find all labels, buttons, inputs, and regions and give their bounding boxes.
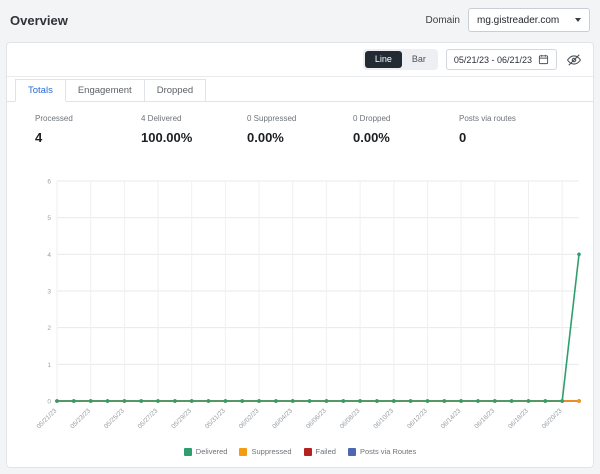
tab-engagement[interactable]: Engagement bbox=[65, 79, 145, 102]
legend-label: Suppressed bbox=[251, 447, 292, 456]
svg-text:05/23/23: 05/23/23 bbox=[69, 407, 92, 430]
stat-label: Posts via routes bbox=[459, 114, 516, 123]
svg-text:5: 5 bbox=[47, 215, 51, 222]
chart-type-toggle: Line Bar bbox=[362, 49, 438, 70]
eye-off-icon bbox=[567, 53, 581, 66]
svg-text:05/31/23: 05/31/23 bbox=[204, 407, 227, 430]
svg-text:06/12/23: 06/12/23 bbox=[406, 407, 429, 430]
stat-value: 0.00% bbox=[353, 130, 390, 145]
stat-value: 0.00% bbox=[247, 130, 284, 145]
svg-text:4: 4 bbox=[47, 252, 51, 259]
svg-text:0: 0 bbox=[47, 399, 51, 406]
svg-text:06/20/23: 06/20/23 bbox=[541, 407, 564, 430]
tab-bar: Totals Engagement Dropped bbox=[7, 77, 593, 102]
stat-label: 0 Dropped bbox=[353, 114, 391, 123]
svg-text:1: 1 bbox=[47, 362, 51, 369]
stat-posts-via-routes: Posts via routes 0 bbox=[459, 114, 565, 145]
legend-label: Posts via Routes bbox=[359, 447, 417, 456]
bar-toggle-button[interactable]: Bar bbox=[402, 51, 436, 68]
line-chart: 0 1 2 3 4 5 6 05/21/23 05/23/23 05/25/23 05/27/23 0… bbox=[36, 179, 581, 430]
stat-label: 0 Suppressed bbox=[247, 114, 297, 123]
svg-text:06/18/23: 06/18/23 bbox=[507, 407, 530, 430]
svg-text:06/14/23: 06/14/23 bbox=[440, 407, 463, 430]
svg-text:06/02/23: 06/02/23 bbox=[238, 407, 261, 430]
hide-chart-button[interactable] bbox=[565, 51, 583, 69]
stat-label: 4 Delivered bbox=[141, 114, 182, 123]
chart-area: 0 1 2 3 4 5 6 05/21/23 05/23/23 05/25/23 05/27/23 0… bbox=[7, 169, 593, 456]
tab-totals[interactable]: Totals bbox=[15, 79, 66, 102]
stat-processed: Processed 4 bbox=[35, 114, 141, 145]
page-title: Overview bbox=[10, 12, 68, 28]
chevron-down-icon bbox=[575, 18, 581, 22]
line-toggle-button[interactable]: Line bbox=[364, 51, 402, 68]
domain-label: Domain bbox=[425, 14, 460, 26]
domain-select-value: mg.gistreader.com bbox=[477, 14, 560, 26]
legend-swatch-suppressed bbox=[239, 447, 248, 456]
date-range-value: 05/21/23 - 06/21/23 bbox=[453, 54, 532, 65]
legend-label: Delivered bbox=[195, 447, 228, 456]
svg-text:3: 3 bbox=[47, 289, 51, 296]
svg-text:2: 2 bbox=[47, 325, 51, 332]
domain-selector: Domain mg.gistreader.com bbox=[426, 8, 590, 32]
svg-text:05/25/23: 05/25/23 bbox=[103, 407, 126, 430]
legend-swatch-failed bbox=[303, 447, 312, 456]
stat-suppressed: 0 Suppressed 0.00% bbox=[247, 114, 353, 145]
legend-swatch-delivered bbox=[183, 447, 192, 456]
page-header: Overview Domain mg.gistreader.com bbox=[0, 0, 600, 40]
legend-label: Failed bbox=[315, 447, 336, 456]
calendar-icon bbox=[538, 54, 549, 65]
svg-text:06/06/23: 06/06/23 bbox=[305, 407, 328, 430]
domain-select[interactable]: mg.gistreader.com bbox=[468, 8, 590, 32]
stat-delivered: 4 Delivered 100.00% bbox=[141, 114, 247, 145]
legend-item-posts-via-routes: Posts via Routes bbox=[347, 447, 417, 456]
svg-text:6: 6 bbox=[47, 179, 51, 186]
svg-text:06/04/23: 06/04/23 bbox=[271, 407, 294, 430]
stat-value: 100.00% bbox=[141, 130, 193, 145]
svg-text:06/16/23: 06/16/23 bbox=[473, 407, 496, 430]
svg-text:06/08/23: 06/08/23 bbox=[339, 407, 362, 430]
chart-toolbar: Line Bar 05/21/23 - 06/21/23 bbox=[7, 43, 593, 77]
svg-text:05/21/23: 05/21/23 bbox=[36, 407, 59, 430]
stat-value: 0 bbox=[459, 130, 467, 145]
stat-value: 4 bbox=[35, 130, 43, 145]
legend-item-suppressed: Suppressed bbox=[239, 447, 292, 456]
stat-dropped: 0 Dropped 0.00% bbox=[353, 114, 459, 145]
overview-card: Line Bar 05/21/23 - 06/21/23 Totals Enga… bbox=[6, 42, 594, 468]
tab-dropped[interactable]: Dropped bbox=[144, 79, 207, 102]
legend-item-failed: Failed bbox=[303, 447, 336, 456]
legend-swatch-posts-via-routes bbox=[347, 447, 356, 456]
svg-text:06/10/23: 06/10/23 bbox=[372, 407, 395, 430]
chart-legend: Delivered Suppressed Failed Posts via Ro… bbox=[11, 447, 589, 456]
stats-row: Processed 4 4 Delivered 100.00% 0 Suppre… bbox=[7, 102, 593, 145]
stat-label: Processed bbox=[35, 114, 73, 123]
svg-text:05/29/23: 05/29/23 bbox=[170, 407, 193, 430]
date-range-picker[interactable]: 05/21/23 - 06/21/23 bbox=[445, 49, 557, 70]
legend-item-delivered: Delivered bbox=[183, 447, 228, 456]
svg-text:05/27/23: 05/27/23 bbox=[137, 407, 160, 430]
